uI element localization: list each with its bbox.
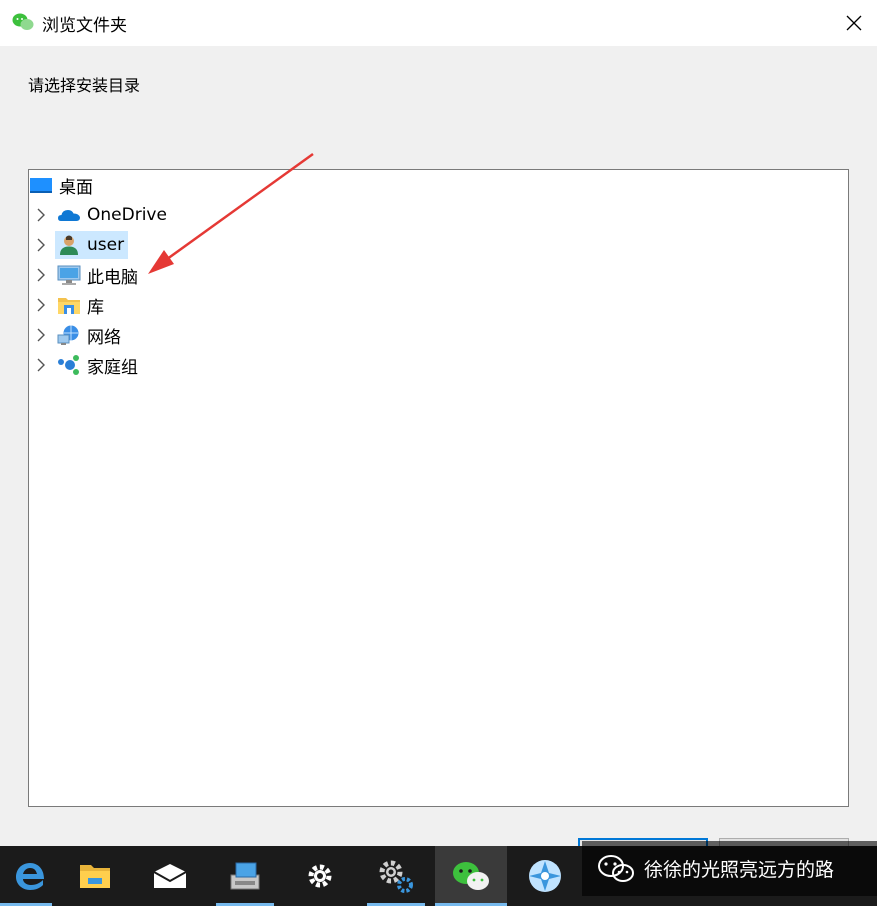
user-icon <box>60 235 78 255</box>
file-explorer-icon <box>80 865 110 888</box>
tree-node-label: OneDrive <box>87 205 167 225</box>
taskbar-file-explorer[interactable] <box>65 846 125 906</box>
tree-node-label: 网络 <box>87 327 121 348</box>
taskbar-mail[interactable] <box>140 846 200 906</box>
expand-chevron-icon[interactable] <box>36 208 46 222</box>
window-title: 浏览文件夹 <box>42 16 127 36</box>
gears-icon <box>379 860 413 893</box>
taskbar-edge[interactable] <box>0 846 60 906</box>
tree-node-network[interactable]: 网络 <box>57 321 125 349</box>
installer-icon <box>230 862 260 890</box>
taskbar-wechat[interactable] <box>435 846 507 906</box>
prompt-text: 请选择安装目录 <box>28 76 141 95</box>
expand-chevron-icon[interactable] <box>36 268 46 282</box>
desktop-icon <box>30 178 52 193</box>
tree-node-label: 桌面 <box>59 177 93 198</box>
title-bar: 浏览文件夹 <box>0 0 877 46</box>
browse-folder-dialog: 浏览文件夹 请选择安装目录 桌面 OneDrive user 此电脑 库 网络 … <box>0 0 877 854</box>
taskbar-gears-app[interactable] <box>366 846 426 906</box>
folder-tree[interactable]: 桌面 OneDrive user 此电脑 库 网络 家庭组 <box>28 169 849 807</box>
tree-node-this-pc[interactable]: 此电脑 <box>57 261 142 289</box>
tree-node-label: user <box>87 235 125 255</box>
computer-icon <box>57 265 81 285</box>
taskbar-app[interactable] <box>515 846 575 906</box>
expand-chevron-icon[interactable] <box>36 298 46 312</box>
edge-icon <box>16 863 44 890</box>
tree-node-label: 家庭组 <box>87 357 138 378</box>
tree-node-homegroup[interactable]: 家庭组 <box>57 351 142 379</box>
taskbar-settings[interactable] <box>290 846 350 906</box>
tree-node-label: 此电脑 <box>87 267 138 288</box>
close-button[interactable] <box>831 0 877 46</box>
settings-icon <box>308 864 332 888</box>
taskbar-installer[interactable] <box>215 846 275 906</box>
mail-icon <box>153 864 187 888</box>
wechat-icon <box>598 854 634 882</box>
expand-chevron-icon[interactable] <box>36 238 46 252</box>
tree-node-label: 库 <box>87 297 104 318</box>
network-icon <box>57 325 79 345</box>
wechat-icon <box>12 13 34 30</box>
expand-chevron-icon[interactable] <box>36 358 46 372</box>
tree-node-onedrive[interactable]: OneDrive <box>57 201 171 229</box>
close-icon <box>846 15 862 31</box>
tree-node-desktop[interactable]: 桌面 <box>29 171 97 199</box>
tree-node-library[interactable]: 库 <box>57 291 108 319</box>
expand-chevron-icon[interactable] <box>36 328 46 342</box>
app-icon <box>529 860 561 892</box>
onedrive-icon <box>58 210 80 221</box>
tree-node-user[interactable]: user <box>55 231 129 259</box>
watermark-text: 徐徐的光照亮远方的路 <box>644 859 835 881</box>
homegroup-icon <box>58 355 79 375</box>
wechat-icon <box>453 862 489 890</box>
watermark: 徐徐的光照亮远方的路 <box>582 841 877 896</box>
library-icon <box>58 298 80 314</box>
